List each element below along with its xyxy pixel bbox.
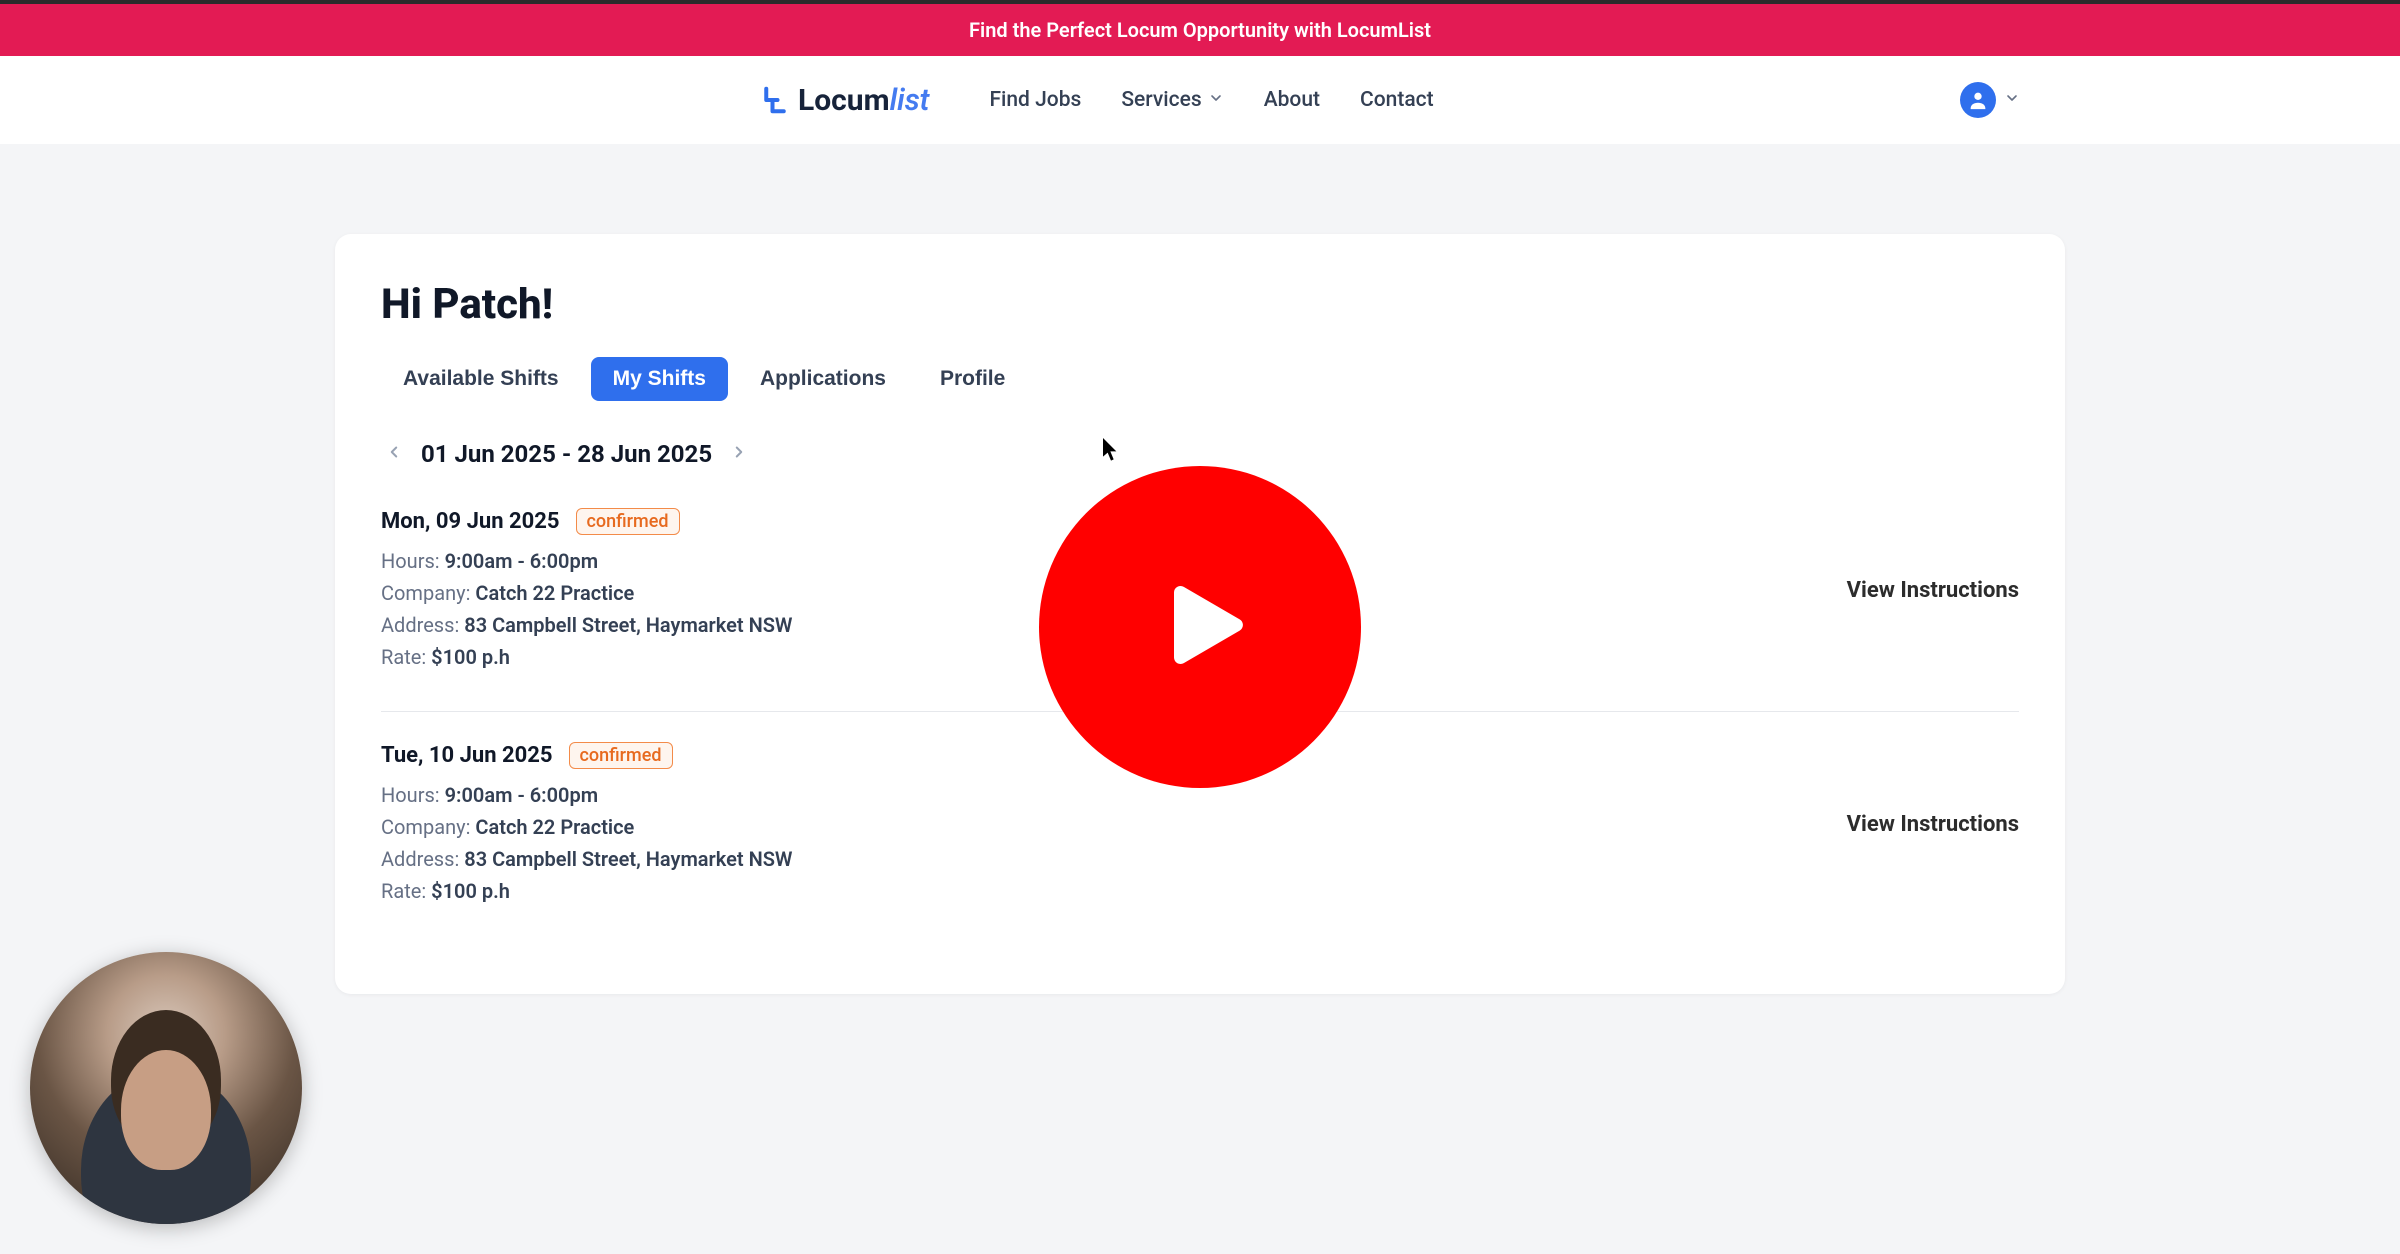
date-range-label: 01 Jun 2025 - 28 Jun 2025 (421, 440, 712, 468)
shift-hours: Hours: 9:00am - 6:00pm (381, 779, 1847, 811)
shift-rate: Rate: $100 p.h (381, 875, 1847, 907)
tab-bar: Available Shifts My Shifts Applications … (381, 357, 2019, 401)
logo-mark-icon (760, 85, 790, 115)
shift-address: Address: 83 Campbell Street, Haymarket N… (381, 843, 1847, 875)
shift-date: Tue, 10 Jun 2025 (381, 743, 553, 768)
shift-company: Company: Catch 22 Practice (381, 811, 1847, 843)
presenter-webcam (30, 952, 302, 1224)
view-instructions-link[interactable]: View Instructions (1847, 812, 2019, 837)
video-play-button[interactable] (1039, 466, 1361, 788)
site-header: Locumlist Find Jobs Services About Conta… (0, 56, 2400, 144)
date-next-button[interactable] (726, 439, 752, 468)
tab-profile[interactable]: Profile (918, 357, 1027, 401)
page-title: Hi Patch! (381, 280, 2019, 329)
chevron-left-icon (385, 443, 403, 464)
status-badge: confirmed (576, 508, 680, 535)
tab-my-shifts[interactable]: My Shifts (591, 357, 728, 401)
logo-text: Locumlist (798, 83, 929, 118)
date-range-picker: 01 Jun 2025 - 28 Jun 2025 (381, 439, 2019, 468)
nav-find-jobs[interactable]: Find Jobs (989, 88, 1081, 112)
user-avatar-icon (1960, 82, 1996, 118)
nav-services[interactable]: Services (1121, 88, 1223, 112)
nav-about[interactable]: About (1264, 88, 1320, 112)
nav-contact[interactable]: Contact (1360, 88, 1434, 112)
logo[interactable]: Locumlist (760, 83, 929, 118)
fade-overlay (0, 1184, 2400, 1254)
play-icon (1135, 560, 1265, 694)
promo-banner-text: Find the Perfect Locum Opportunity with … (969, 18, 1431, 42)
tab-applications[interactable]: Applications (738, 357, 908, 401)
chevron-down-icon (1208, 88, 1224, 112)
status-badge: confirmed (569, 742, 673, 769)
chevron-down-icon (2004, 90, 2020, 110)
promo-banner: Find the Perfect Locum Opportunity with … (0, 4, 2400, 56)
view-instructions-link[interactable]: View Instructions (1847, 578, 2019, 603)
main-nav: Find Jobs Services About Contact (989, 88, 1433, 112)
tab-available-shifts[interactable]: Available Shifts (381, 357, 581, 401)
shift-date: Mon, 09 Jun 2025 (381, 509, 560, 534)
account-menu[interactable] (1960, 82, 2020, 118)
chevron-right-icon (730, 443, 748, 464)
date-prev-button[interactable] (381, 439, 407, 468)
